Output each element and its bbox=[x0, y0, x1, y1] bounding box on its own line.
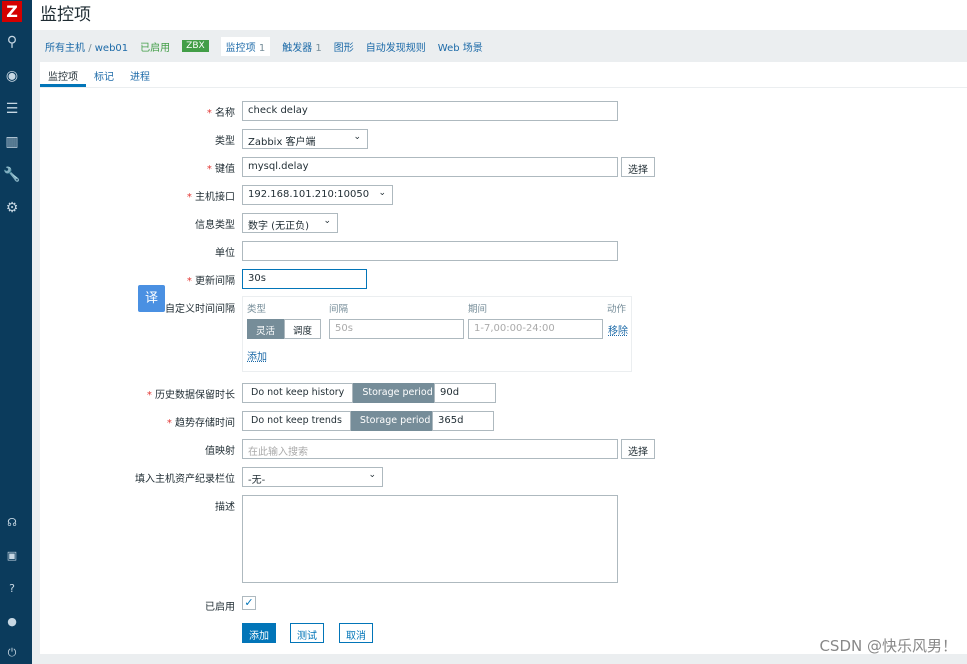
info-type-label: 信息类型 bbox=[195, 220, 235, 231]
sidebar: Z ⚲ ◉ ☰ ▥ 🔧 ⚙ ☊ ▣ ? ● ⏻ bbox=[0, 0, 32, 664]
info-type-value: 数字 (无正负) bbox=[248, 221, 309, 232]
units-input[interactable] bbox=[242, 241, 618, 261]
nav-items-label: 监控项 bbox=[225, 42, 256, 54]
chevron-down-icon: ⌄ bbox=[378, 188, 386, 198]
history-label: 历史数据保留时长 bbox=[155, 390, 235, 401]
chevron-down-icon: ⌄ bbox=[353, 132, 361, 142]
nav-web[interactable]: Web 场景 bbox=[438, 39, 483, 54]
description-label: 描述 bbox=[215, 502, 235, 513]
nav-triggers[interactable]: 触发器 1 bbox=[282, 39, 322, 54]
interface-label: 主机接口 bbox=[195, 192, 235, 203]
zabbix-share-icon[interactable]: ▣ bbox=[0, 549, 24, 562]
host-link[interactable]: web01 bbox=[95, 43, 128, 54]
add-interval-link[interactable]: 添加 bbox=[247, 348, 267, 363]
headset-icon[interactable]: ☊ bbox=[0, 516, 24, 529]
col-type: 类型 bbox=[247, 304, 267, 315]
enabled-checkbox[interactable]: ✓ bbox=[242, 596, 256, 610]
custom-intervals-table: 类型 间隔 期间 动作 灵活 调度 50s 1-7,00:00-24:00 移除… bbox=[242, 296, 632, 372]
type-value: Zabbix 客户端 bbox=[248, 137, 316, 148]
chevron-down-icon: ⌄ bbox=[368, 470, 376, 480]
zbx-badge: ZBX bbox=[182, 40, 209, 52]
wrench-icon[interactable]: 🔧 bbox=[0, 167, 24, 183]
chevron-down-icon: ⌄ bbox=[323, 216, 331, 226]
type-select[interactable]: Zabbix 客户端 ⌄ bbox=[242, 129, 368, 149]
search-icon[interactable]: ⚲ bbox=[0, 34, 24, 50]
inventory-select[interactable]: -无- ⌄ bbox=[242, 467, 383, 487]
history-storage-period[interactable]: Storage period bbox=[353, 383, 442, 403]
history-input[interactable]: 90d bbox=[434, 383, 496, 403]
all-hosts-link[interactable]: 所有主机 bbox=[45, 43, 85, 54]
inventory-label: 填入主机资产纪录栏位 bbox=[135, 474, 235, 485]
col-action: 动作 bbox=[607, 304, 627, 315]
flexible-option[interactable]: 灵活 bbox=[247, 319, 285, 339]
col-interval: 间隔 bbox=[329, 304, 349, 315]
trends-do-not-keep[interactable]: Do not keep trends bbox=[242, 411, 351, 431]
count: 1 bbox=[258, 42, 266, 54]
nav-triggers-label: 触发器 bbox=[282, 42, 313, 54]
scheduling-option[interactable]: 调度 bbox=[284, 319, 322, 339]
nav-graphs[interactable]: 图形 bbox=[334, 39, 354, 54]
count: 1 bbox=[315, 42, 322, 54]
custom-intervals-label: 自定义时间间隔 bbox=[165, 304, 235, 315]
units-label: 单位 bbox=[215, 248, 235, 259]
custom-period-input[interactable]: 1-7,00:00-24:00 bbox=[468, 319, 603, 339]
help-icon[interactable]: ? bbox=[0, 582, 24, 595]
trends-toggle[interactable]: Do not keep trends Storage period bbox=[242, 411, 440, 431]
name-input[interactable]: check delay bbox=[242, 101, 618, 121]
power-icon[interactable]: ⏻ bbox=[0, 646, 24, 660]
key-input[interactable]: mysql.delay bbox=[242, 157, 618, 177]
enabled-label: 已启用 bbox=[205, 602, 235, 613]
valuemap-input[interactable]: 在此输入搜索 bbox=[242, 439, 618, 459]
user-icon[interactable]: ● bbox=[0, 615, 24, 628]
description-textarea[interactable] bbox=[242, 495, 618, 583]
page-title: 监控项 bbox=[40, 5, 91, 25]
trends-storage-period[interactable]: Storage period bbox=[350, 411, 440, 431]
form-panel: 监控项 标记 进程 * 名称 check delay 类型 Zabbix 客户端… bbox=[40, 62, 967, 654]
trends-label: 趋势存储时间 bbox=[175, 418, 235, 429]
name-label: 名称 bbox=[215, 108, 235, 119]
status-enabled[interactable]: 已启用 bbox=[140, 39, 170, 54]
valuemap-label: 值映射 bbox=[205, 446, 235, 457]
interface-select[interactable]: 192.168.101.210:10050 ⌄ bbox=[242, 185, 393, 205]
history-do-not-keep[interactable]: Do not keep history bbox=[242, 383, 354, 403]
add-button[interactable]: 添加 bbox=[242, 623, 276, 643]
key-label: 键值 bbox=[215, 164, 235, 175]
key-select-button[interactable]: 选择 bbox=[621, 157, 655, 177]
type-label: 类型 bbox=[215, 136, 235, 147]
translate-badge[interactable]: 译 bbox=[138, 285, 165, 312]
sep: / bbox=[88, 42, 92, 54]
history-toggle[interactable]: Do not keep history Storage period bbox=[242, 383, 442, 403]
col-period: 期间 bbox=[468, 304, 488, 315]
nav-items[interactable]: 监控项 1 bbox=[220, 36, 271, 56]
trends-input[interactable]: 365d bbox=[432, 411, 494, 431]
update-interval-input[interactable]: 30s bbox=[242, 269, 367, 289]
remove-link[interactable]: 移除 bbox=[608, 322, 628, 337]
chart-icon[interactable]: ▥ bbox=[0, 134, 24, 150]
info-type-select[interactable]: 数字 (无正负) ⌄ bbox=[242, 213, 338, 233]
update-interval-label: 更新间隔 bbox=[195, 276, 235, 287]
custom-interval-input[interactable]: 50s bbox=[329, 319, 464, 339]
list-icon[interactable]: ☰ bbox=[0, 101, 24, 117]
interface-value: 192.168.101.210:10050 bbox=[248, 189, 370, 200]
eye-icon[interactable]: ◉ bbox=[0, 68, 24, 84]
inventory-value: -无- bbox=[248, 475, 266, 486]
gear-icon[interactable]: ⚙ bbox=[0, 200, 24, 216]
valuemap-select-button[interactable]: 选择 bbox=[621, 439, 655, 459]
watermark: CSDN @快乐风男！ bbox=[819, 637, 957, 655]
cancel-button[interactable]: 取消 bbox=[339, 623, 373, 643]
test-button[interactable]: 测试 bbox=[290, 623, 324, 643]
breadcrumb: 所有主机 / web01 已启用 ZBX 监控项 1 触发器 1 图形 自动发现… bbox=[32, 31, 967, 61]
nav-discovery[interactable]: 自动发现规则 bbox=[366, 39, 426, 54]
zabbix-logo[interactable]: Z bbox=[2, 1, 22, 22]
interval-type-toggle[interactable]: 灵活 调度 bbox=[247, 319, 322, 339]
